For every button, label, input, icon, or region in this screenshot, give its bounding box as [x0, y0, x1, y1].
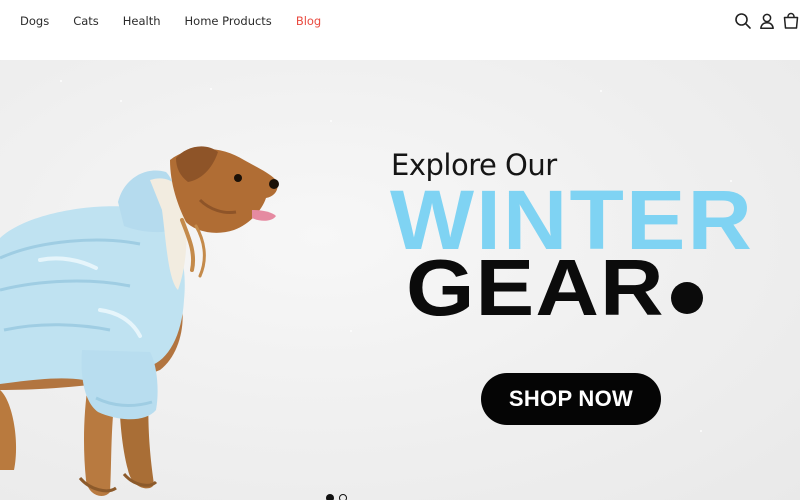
- headline-period-dot: [671, 282, 704, 314]
- user-icon[interactable]: [758, 12, 776, 30]
- carousel-dots: [326, 494, 352, 500]
- nav-item-health[interactable]: Health: [123, 13, 161, 29]
- main-nav: Dogs Cats Health Home Products Blog: [20, 13, 345, 29]
- hero-headline-gear: GEAR: [406, 243, 665, 332]
- hero-headline: Explore Our WINTER GEAR: [390, 148, 752, 332]
- dog-in-winter-jacket-image: [0, 146, 279, 496]
- nav-item-dogs[interactable]: Dogs: [20, 13, 49, 29]
- snowflake: [210, 88, 212, 90]
- search-icon[interactable]: [734, 12, 752, 30]
- carousel-dot-1[interactable]: [326, 494, 334, 500]
- nav-item-home-products[interactable]: Home Products: [185, 13, 272, 29]
- snowflake: [330, 120, 332, 122]
- header-actions: [728, 12, 800, 30]
- snowflake: [350, 330, 352, 332]
- snowflake: [700, 430, 702, 432]
- site-header: Dogs Cats Health Home Products Blog: [0, 0, 800, 60]
- snowflake: [120, 100, 122, 102]
- nav-item-blog[interactable]: Blog: [296, 13, 321, 29]
- hero-banner[interactable]: Explore Our WINTER GEAR SHOP NOW: [0, 60, 800, 500]
- cart-icon[interactable]: [782, 12, 800, 30]
- shop-now-button[interactable]: SHOP NOW: [481, 373, 661, 425]
- snowflake: [600, 90, 602, 92]
- snowflake: [60, 80, 62, 82]
- carousel-dot-2[interactable]: [339, 494, 347, 500]
- nav-item-cats[interactable]: Cats: [73, 13, 99, 29]
